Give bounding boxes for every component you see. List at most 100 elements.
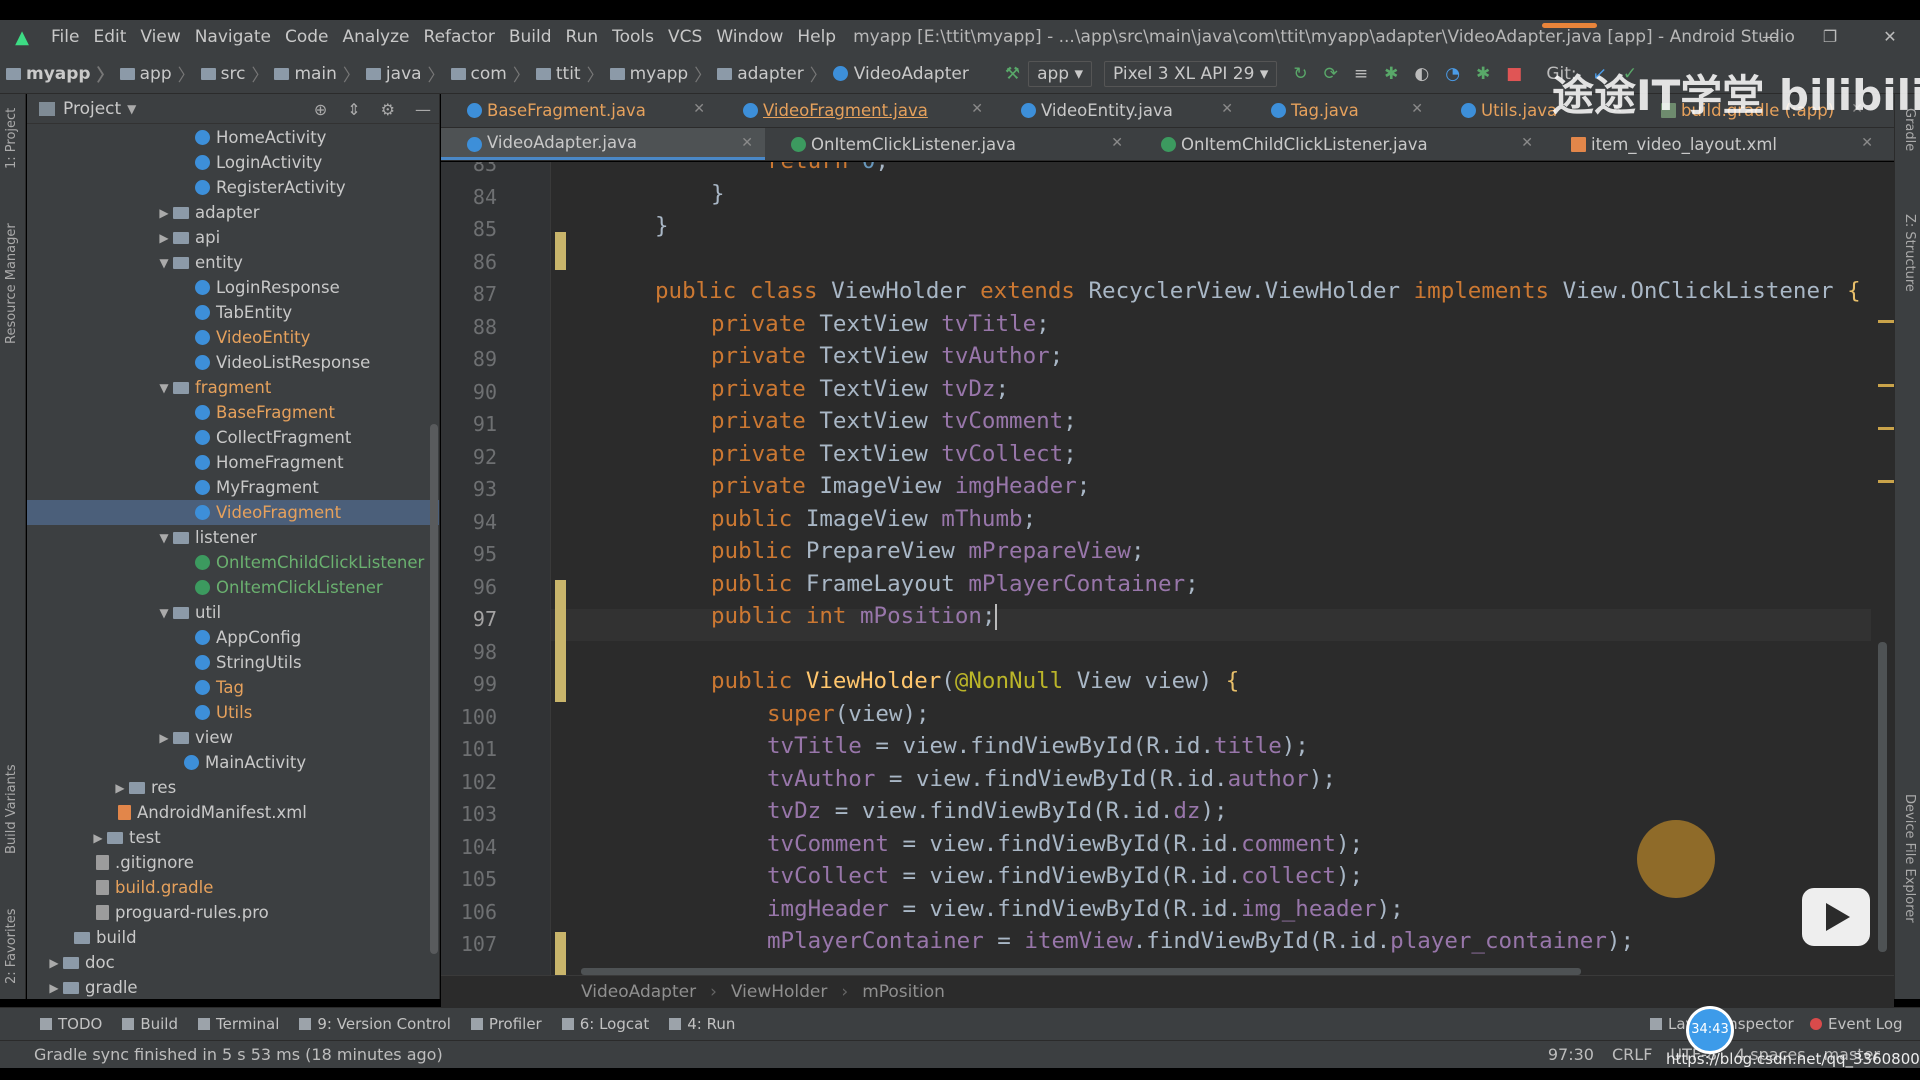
nav-crumb[interactable]: main 〉 — [274, 61, 365, 86]
tool-window-5[interactable]: 6: Logcat — [561, 1015, 649, 1033]
nav-crumb[interactable]: myapp 〉 — [6, 61, 120, 86]
close-tab-icon[interactable]: ✕ — [1221, 101, 1233, 117]
tree-node[interactable]: build.gradle — [27, 875, 439, 900]
project-panel-title[interactable]: Project — [63, 99, 121, 119]
tree-node[interactable]: ▶ test — [27, 825, 439, 850]
editor-tab[interactable]: VideoEntity.java ✕ — [995, 94, 1245, 127]
close-tab-icon[interactable]: ✕ — [971, 101, 983, 117]
tree-node[interactable]: ▶ gradle — [27, 975, 439, 1000]
menu-item-build[interactable]: Build — [502, 27, 559, 47]
menu-item-help[interactable]: Help — [790, 27, 843, 47]
tree-node[interactable]: ▶ res — [27, 775, 439, 800]
tree-node[interactable]: OnItemClickListener — [27, 575, 439, 600]
editor-tab[interactable]: Tag.java ✕ — [1245, 94, 1435, 127]
tree-node[interactable]: ▶ view — [27, 725, 439, 750]
menu-item-edit[interactable]: Edit — [86, 27, 133, 47]
breadcrumb-item[interactable]: mPosition — [862, 982, 945, 1002]
nav-crumb[interactable]: src 〉 — [200, 61, 275, 86]
hide-panel-icon[interactable]: — — [415, 100, 431, 119]
apply-code-changes-icon[interactable]: ⟳ — [1324, 64, 1338, 84]
chevron-down-icon[interactable]: ▼ — [127, 102, 136, 116]
tree-node[interactable]: Tag — [27, 675, 439, 700]
hammer-icon[interactable]: ⚒ — [1005, 64, 1020, 84]
menu-item-vcs[interactable]: VCS — [661, 27, 709, 47]
nav-crumb[interactable]: app 〉 — [119, 61, 201, 86]
project-scrollbar[interactable] — [430, 424, 438, 954]
tree-node[interactable]: ▶ adapter — [27, 200, 439, 225]
tree-node[interactable]: .gitignore — [27, 850, 439, 875]
coverage-icon[interactable]: ≡ — [1354, 64, 1368, 84]
collapse-arrow-icon[interactable]: ▶ — [111, 781, 129, 795]
expand-arrow-icon[interactable]: ▼ — [155, 381, 173, 395]
line-separator[interactable]: CRLF — [1612, 1045, 1652, 1064]
debug-icon[interactable]: ✱ — [1384, 64, 1398, 84]
tree-node[interactable]: MainActivity — [27, 750, 439, 775]
tool-event-log[interactable]: 6Event Log — [1810, 1015, 1903, 1033]
tool-project-tab[interactable]: 1: Project — [4, 108, 19, 169]
menu-item-code[interactable]: Code — [278, 27, 336, 47]
locate-icon[interactable]: ⊕ — [314, 100, 327, 119]
device-dropdown[interactable]: Pixel 3 XL API 29 ▾ — [1104, 60, 1278, 87]
gear-icon[interactable]: ⚙ — [381, 100, 395, 119]
editor-tab[interactable]: BaseFragment.java ✕ — [441, 94, 717, 127]
menu-item-analyze[interactable]: Analyze — [336, 27, 417, 47]
nav-crumb[interactable]: VideoAdapter — [832, 64, 969, 84]
nav-crumb[interactable]: adapter 〉 — [717, 61, 833, 86]
collapse-arrow-icon[interactable]: ▶ — [155, 731, 173, 745]
tool-window-6[interactable]: 4: Run — [669, 1015, 735, 1033]
menu-item-run[interactable]: Run — [559, 27, 606, 47]
minimize-icon[interactable]: — — [1740, 20, 1800, 54]
tree-node[interactable]: RegisterActivity — [27, 175, 439, 200]
tool-device-file-explorer-tab[interactable]: Device File Explorer — [1902, 794, 1917, 923]
tree-node[interactable]: MyFragment — [27, 475, 439, 500]
tree-node[interactable]: ▼ util — [27, 600, 439, 625]
expand-arrow-icon[interactable]: ▼ — [155, 256, 173, 270]
tree-node[interactable]: VideoListResponse — [27, 350, 439, 375]
collapse-all-icon[interactable]: ⇕ — [347, 100, 360, 119]
close-tab-icon[interactable]: ✕ — [1111, 135, 1123, 151]
restore-icon[interactable]: ❐ — [1800, 20, 1860, 54]
editor-tab[interactable]: VideoAdapter.java ✕ — [441, 128, 765, 160]
tool-window-4[interactable]: Profiler — [470, 1015, 542, 1033]
collapse-arrow-icon[interactable]: ▶ — [45, 981, 63, 995]
close-tab-icon[interactable]: ✕ — [693, 101, 705, 117]
tree-node[interactable]: build — [27, 925, 439, 950]
tree-node[interactable]: LoginResponse — [27, 275, 439, 300]
tree-node[interactable]: HomeActivity — [27, 125, 439, 150]
run-config-dropdown[interactable]: app ▾ — [1028, 60, 1093, 87]
tree-node[interactable]: Utils — [27, 700, 439, 725]
close-tab-icon[interactable]: ✕ — [1861, 135, 1873, 151]
breadcrumb-item[interactable]: VideoAdapter — [581, 982, 696, 1002]
tool-structure-tab[interactable]: Z: Structure — [1902, 214, 1917, 292]
tool-window-3[interactable]: 9: Version Control — [299, 1015, 451, 1033]
nav-crumb[interactable]: java 〉 — [365, 61, 451, 86]
tree-node[interactable]: CollectFragment — [27, 425, 439, 450]
tool-favorites-tab[interactable]: 2: Favorites — [4, 908, 19, 984]
collapse-arrow-icon[interactable]: ▶ — [45, 956, 63, 970]
editor-tab[interactable]: item_video_layout.xml ✕ — [1545, 128, 1885, 160]
tree-node[interactable]: proguard-rules.pro — [27, 900, 439, 925]
menu-item-window[interactable]: Window — [709, 27, 790, 47]
menu-item-refactor[interactable]: Refactor — [417, 27, 502, 47]
tool-window-0[interactable]: TODO — [40, 1015, 102, 1033]
editor-tab[interactable]: OnItemClickListener.java ✕ — [765, 128, 1135, 160]
apply-changes-icon[interactable]: ↻ — [1293, 64, 1307, 84]
tree-node[interactable]: ▶ doc — [27, 950, 439, 975]
breadcrumb-item[interactable]: ViewHolder — [731, 982, 828, 1002]
tree-node[interactable]: BaseFragment — [27, 400, 439, 425]
close-tab-icon[interactable]: ✕ — [1411, 101, 1423, 117]
tree-node[interactable]: ▶ api — [27, 225, 439, 250]
caret-position[interactable]: 97:30 — [1548, 1045, 1594, 1064]
collapse-arrow-icon[interactable]: ▶ — [155, 231, 173, 245]
tree-node[interactable]: AndroidManifest.xml — [27, 800, 439, 825]
scroll-thumb[interactable] — [1878, 642, 1887, 952]
tool-window-2[interactable]: Terminal — [197, 1015, 279, 1033]
nav-crumb[interactable]: myapp 〉 — [609, 61, 718, 86]
collapse-arrow-icon[interactable]: ▶ — [89, 831, 107, 845]
attach-debugger-icon[interactable]: ◔ — [1445, 64, 1460, 84]
tree-node[interactable]: VideoFragment — [27, 500, 439, 525]
profile-icon[interactable]: ◐ — [1414, 64, 1429, 84]
tree-node[interactable]: HomeFragment — [27, 450, 439, 475]
tree-node[interactable]: OnItemChildClickListener — [27, 550, 439, 575]
tool-build-variants-tab[interactable]: Build Variants — [4, 764, 19, 854]
